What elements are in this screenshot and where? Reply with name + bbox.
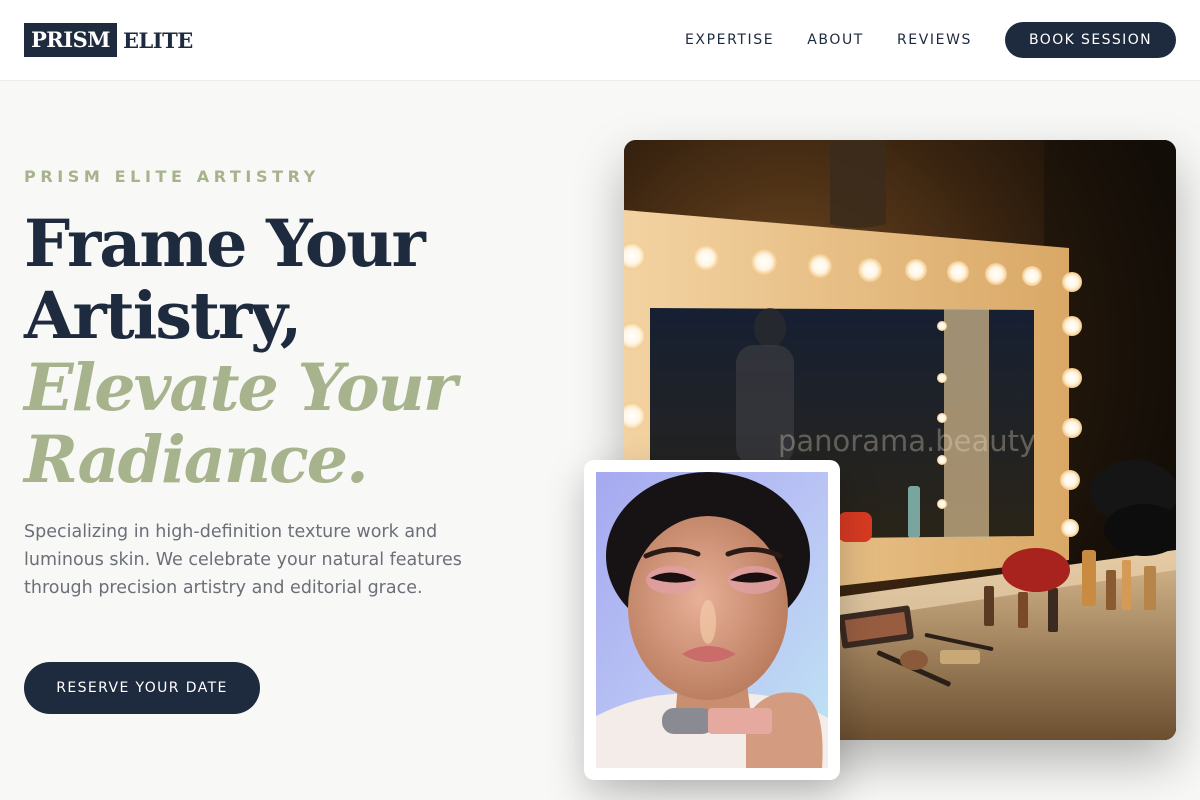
model-portrait-photo — [596, 472, 828, 768]
site-header: PRISM ELITE EXPERTISE ABOUT REVIEWS BOOK… — [0, 0, 1200, 81]
book-session-button[interactable]: BOOK SESSION — [1005, 22, 1176, 58]
nav-link-reviews[interactable]: REVIEWS — [897, 22, 972, 58]
hero-eyebrow: PRISM ELITE ARTISTRY — [24, 167, 320, 186]
hero-description: Specializing in high-definition texture … — [24, 522, 462, 598]
main-nav: EXPERTISE ABOUT REVIEWS BOOK SESSION — [685, 22, 1176, 58]
model-portrait-card — [584, 460, 840, 780]
nav-link-about[interactable]: ABOUT — [807, 22, 864, 58]
headline-accent-line-2: Radiance. — [24, 422, 369, 498]
headline-line-2: Artistry, — [24, 278, 302, 354]
logo-wordmark: ELITE — [122, 27, 193, 53]
hero-headline: Frame Your Artistry, Elevate Your Radian… — [24, 206, 457, 498]
nav-link-expertise[interactable]: EXPERTISE — [685, 22, 774, 58]
reserve-date-button[interactable]: RESERVE YOUR DATE — [24, 662, 260, 714]
brand-logo[interactable]: PRISM ELITE — [24, 23, 193, 57]
logo-mark: PRISM — [24, 23, 117, 57]
image-watermark: panorama.beauty — [778, 424, 1037, 458]
headline-line-1: Frame Your — [24, 206, 426, 282]
headline-accent-line-1: Elevate Your — [24, 350, 457, 426]
